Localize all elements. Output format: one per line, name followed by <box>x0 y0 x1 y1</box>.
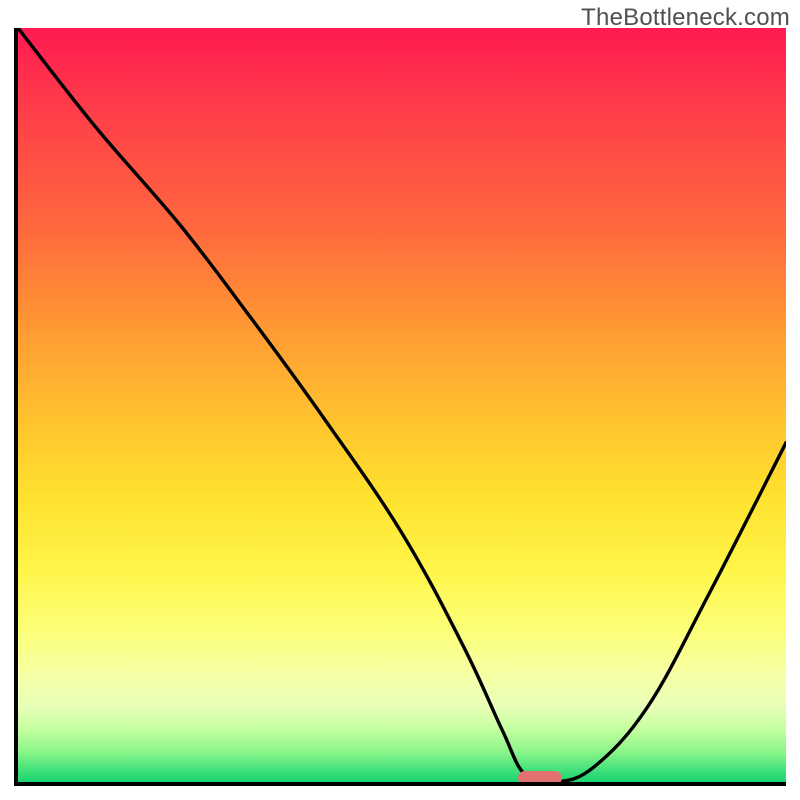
bottleneck-curve <box>18 28 786 782</box>
plot-area <box>14 28 786 786</box>
watermark-text: TheBottleneck.com <box>581 4 790 32</box>
chart-container: TheBottleneck.com <box>0 0 800 800</box>
curve-layer <box>18 28 786 782</box>
optimal-marker <box>518 771 562 785</box>
